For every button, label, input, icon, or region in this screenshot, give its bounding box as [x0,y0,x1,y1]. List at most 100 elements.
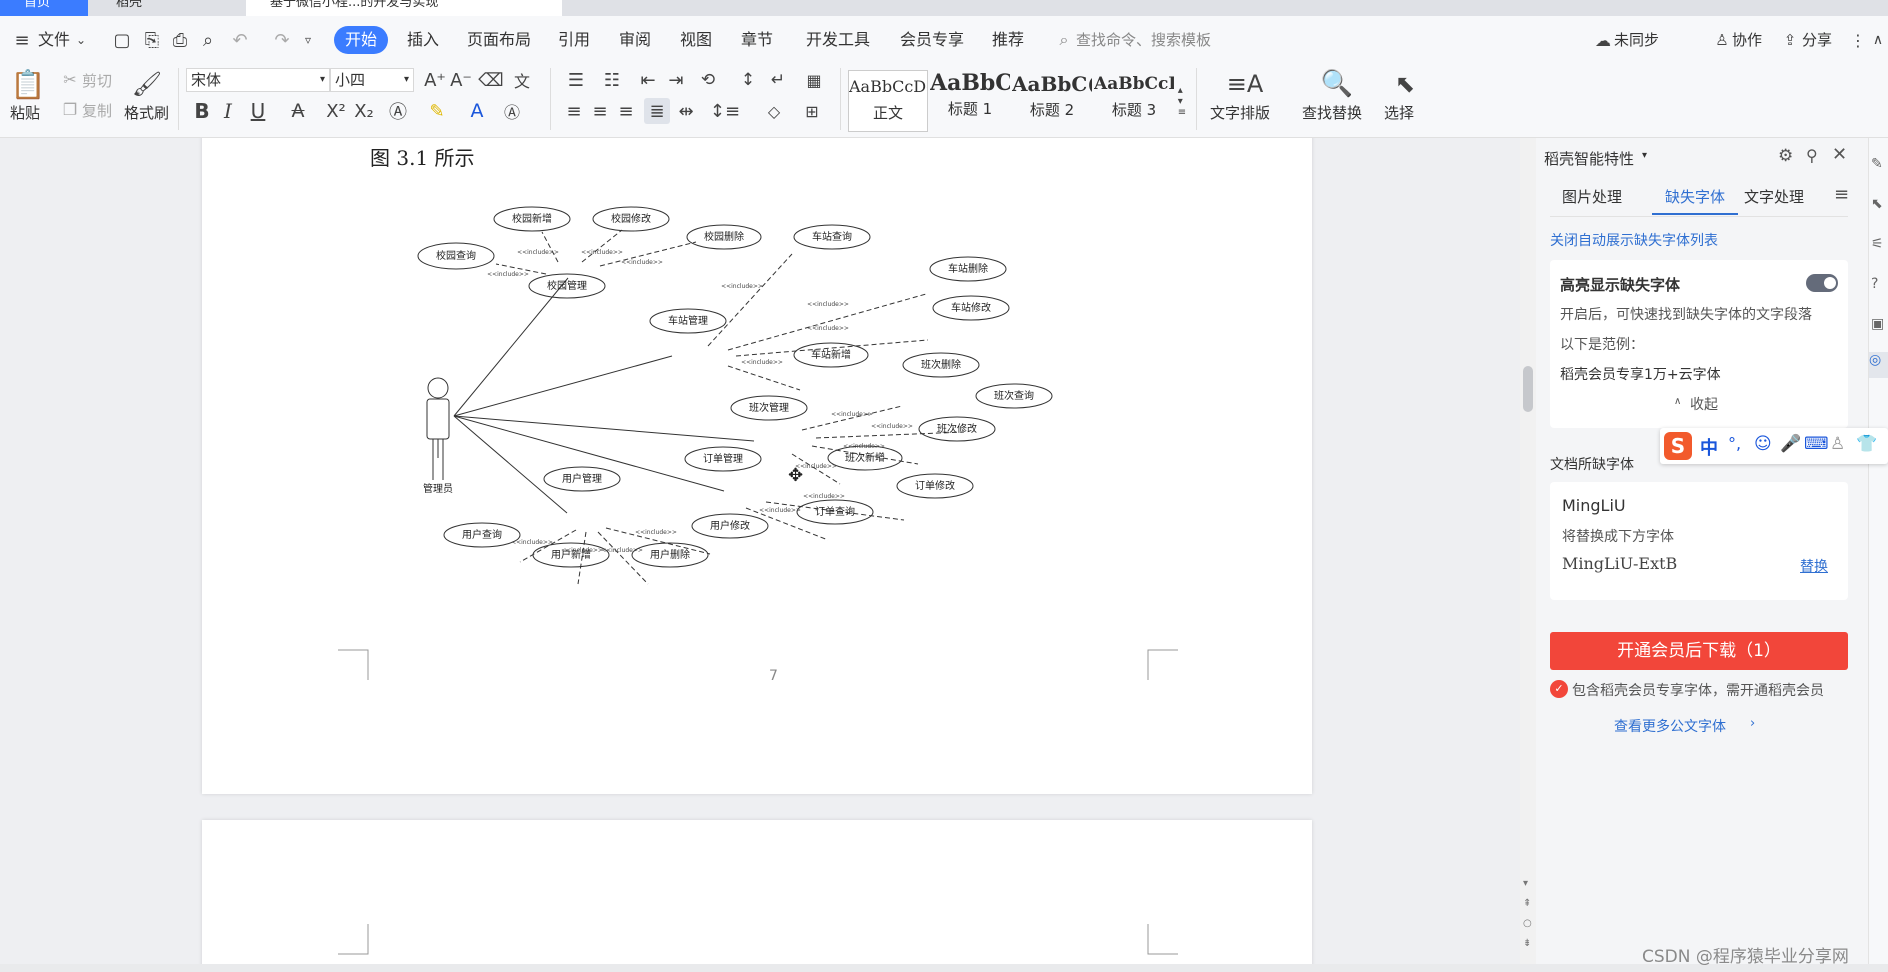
format-painter-button[interactable]: 格式刷 [124,102,169,123]
panel-tab-image[interactable]: 图片处理 [1562,186,1622,207]
tab-home[interactable]: 首页 [0,0,88,16]
more-fonts-link[interactable]: 查看更多公文字体 [1614,716,1726,736]
paste-button[interactable]: 粘贴 [10,102,40,123]
pin-icon[interactable]: ⚲ [1806,146,1818,165]
numbered-list-icon[interactable]: ☷ [598,68,626,92]
collapse-button[interactable]: 收起 [1690,394,1718,414]
collapse-ribbon-icon[interactable]: ∧ [1870,30,1886,50]
style-normal[interactable]: AaBbCcDd 正文 [848,70,928,132]
style-heading-3[interactable]: AaBbCcI 标题 3 [1094,70,1174,132]
file-menu[interactable]: 文件 [38,16,70,64]
tab-recommend[interactable]: 推荐 [992,16,1024,64]
redo-icon[interactable]: ↷ [270,28,294,52]
styles-scroll-icon[interactable]: ▴ ▾ ≡ [1176,70,1188,132]
print-icon[interactable]: ⎙ [168,28,192,52]
command-search-input[interactable]: 查找命令、搜索模板 [1076,16,1211,64]
chevron-down-icon[interactable]: ▾ [1642,150,1647,161]
settings-sliders-icon[interactable]: ⚟ [1871,236,1884,252]
tab-review[interactable]: 审阅 [619,16,651,64]
find-replace-button[interactable]: 查找替换 [1302,102,1362,123]
font-name-select[interactable]: 宋体 ▾ [186,68,330,92]
document-page-next[interactable] [202,820,1312,964]
gear-icon[interactable]: ⚙ [1778,146,1793,166]
scrollbar-thumb[interactable] [1523,366,1533,412]
font-size-select[interactable]: 小四 ▾ [330,68,414,92]
select-button[interactable]: 选择 [1384,102,1414,123]
bullet-list-icon[interactable]: ☰ [562,68,590,92]
cursor-icon[interactable]: ⬉ [1871,196,1883,212]
italic-icon[interactable]: I [218,98,238,124]
align-center-icon[interactable]: ≡ [588,98,612,124]
format-painter-icon[interactable]: 🖌 [132,68,162,100]
clear-format-icon[interactable]: ⌫ [478,68,503,92]
increase-indent-icon[interactable]: ⇥ [664,68,688,92]
sogou-logo-icon[interactable]: S [1664,432,1692,460]
shrink-font-icon[interactable]: A⁻ [450,68,472,92]
tab-document[interactable]: 基于微信小程...的开发与实现 [246,0,562,16]
font-color-icon[interactable]: A [462,98,492,124]
sort-icon[interactable]: ↕ [736,68,760,92]
text-effect-icon[interactable]: Ⓐ [384,98,412,124]
find-replace-icon[interactable]: 🔍 [1320,68,1354,100]
print-preview-icon[interactable]: ⌕ [196,28,220,52]
sync-status[interactable]: 未同步 [1614,16,1659,64]
browse-object-icon[interactable]: ○ [1523,918,1532,929]
subscript-icon[interactable]: X₂ [352,98,376,124]
help-icon[interactable]: ? [1871,276,1878,292]
highlight-toggle[interactable] [1806,274,1838,292]
tab-view[interactable]: 视图 [680,16,712,64]
distribute-icon[interactable]: ⇹ [674,98,698,124]
tab-docer[interactable]: 稻壳 [92,0,242,16]
text-layout-button[interactable]: 文字排版 [1210,102,1270,123]
line-spacing-icon[interactable]: ↕≡ [710,98,740,124]
justify-icon[interactable]: ≣ [644,98,670,124]
tab-page-layout[interactable]: 页面布局 [467,16,531,64]
tab-chapter[interactable]: 章节 [741,16,773,64]
tab-member[interactable]: 会员专享 [900,16,964,64]
close-icon[interactable]: ✕ [1832,144,1847,165]
smart-features-icon[interactable]: ◎ [1869,352,1888,378]
decrease-indent-icon[interactable]: ⇤ [636,68,660,92]
tab-developer[interactable]: 开发工具 [806,16,870,64]
user-icon[interactable]: ♙ [1830,434,1845,454]
tab-start[interactable]: 开始 [334,26,389,54]
more-icon[interactable]: ⋮ [1850,30,1866,50]
copy-button[interactable]: 复制 [82,100,112,121]
grow-font-icon[interactable]: A⁺ [424,68,446,92]
show-marks-icon[interactable]: ↵ [764,68,792,92]
quick-access-more-icon[interactable]: ▿ [300,30,316,50]
borders-icon[interactable]: ⊞ [798,98,826,124]
shading-icon[interactable]: ◇ [760,98,788,124]
superscript-icon[interactable]: X² [324,98,348,124]
menu-icon[interactable]: ≡ [1834,184,1849,205]
skin-shirt-icon[interactable]: 👕 [1856,434,1877,454]
disable-auto-list-link[interactable]: 关闭自动展示缺失字体列表 [1550,230,1718,250]
replace-button[interactable]: 替换 [1800,556,1828,576]
paste-icon[interactable]: 📋 [11,68,46,101]
cut-button[interactable]: 剪切 [82,70,112,91]
panel-title[interactable]: 稻壳智能特性 [1544,148,1634,169]
chinese-layout-icon[interactable]: ⟲ [694,68,722,92]
next-page-icon[interactable]: ⇟ [1523,938,1531,949]
text-layout-icon[interactable]: ≡A [1227,68,1264,100]
image-icon[interactable]: ▣ [1871,316,1884,332]
punctuation-icon[interactable]: °, [1728,434,1741,453]
bold-icon[interactable]: B [192,98,212,124]
download-member-button[interactable]: 开通会员后下载（1） [1550,632,1848,670]
scroll-down-icon[interactable]: ▾ [1523,878,1528,889]
collaborate-button[interactable]: 协作 [1732,16,1762,64]
underline-icon[interactable]: U [244,98,272,124]
char-border-icon[interactable]: Ⓐ [500,98,524,124]
microphone-icon[interactable]: 🎤 [1780,434,1801,454]
vertical-scrollbar[interactable]: ▾ ⇞ ○ ⇟ [1520,138,1536,964]
select-cursor-icon[interactable]: ⬉ [1390,68,1420,100]
tab-insert[interactable]: 插入 [407,16,439,64]
style-heading-2[interactable]: AaBbC(标题 2 [1012,70,1092,132]
hamburger-icon[interactable]: ≡ [12,30,32,51]
table-grid-icon[interactable]: ▦ [802,68,826,92]
style-heading-1[interactable]: AaBbC 标题 1 [930,70,1010,132]
emoji-icon[interactable]: ☺ [1754,434,1772,454]
phonetic-guide-icon[interactable]: 文 [508,68,536,92]
keyboard-icon[interactable]: ⌨ [1804,434,1829,454]
chevron-right-icon[interactable]: › [1750,716,1755,731]
